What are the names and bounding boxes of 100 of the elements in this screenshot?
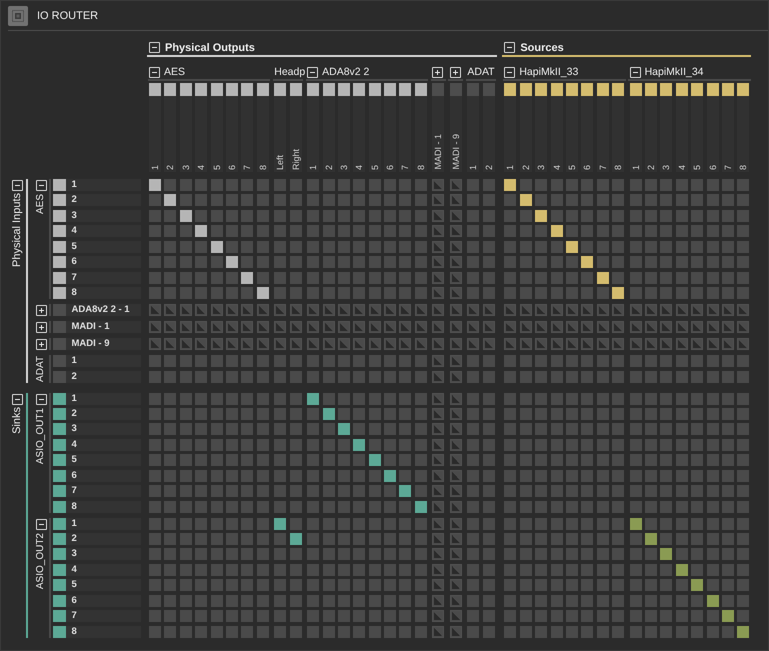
- channel-label: 4: [72, 225, 77, 238]
- channel-label: 2: [72, 408, 77, 420]
- channel-label: Left: [274, 154, 286, 170]
- channel-label: 1: [307, 164, 320, 170]
- collapse-button[interactable]: [149, 66, 160, 78]
- channel-label: 2: [72, 533, 77, 545]
- channel-label: 7: [72, 272, 77, 284]
- channel-label: Right: [290, 148, 302, 170]
- channel-label: 5: [691, 164, 704, 170]
- minus-icon: [14, 398, 20, 400]
- channel-label: 6: [72, 470, 77, 482]
- channel-label: 2: [164, 164, 176, 170]
- channel-label: 4: [353, 164, 366, 170]
- collapse-button[interactable]: [36, 394, 46, 404]
- channel-label: 4: [676, 164, 688, 170]
- group-title: ADAT: [467, 66, 495, 78]
- channel-label: 6: [72, 594, 77, 607]
- channel-label: 2: [322, 164, 335, 170]
- collapse-button[interactable]: [12, 180, 22, 191]
- channel-label: 4: [72, 438, 77, 451]
- group-label: MADI - 1: [72, 321, 110, 334]
- channel-label: 6: [226, 164, 238, 170]
- group-title: ASIO_OUT1: [35, 408, 47, 464]
- section-title: Physical Outputs: [165, 42, 255, 54]
- expand-button[interactable]: [432, 66, 444, 78]
- section-title: Sources: [520, 42, 564, 54]
- channel-label: 7: [72, 610, 77, 622]
- group-title: ASIO_OUT2: [35, 532, 47, 589]
- channel-label: 3: [338, 164, 350, 170]
- collapse-button[interactable]: [307, 66, 318, 78]
- expand-button[interactable]: [36, 322, 46, 334]
- channel-label: 4: [550, 164, 563, 170]
- window-title: IO ROUTER: [37, 10, 98, 22]
- channel-label: 6: [72, 256, 77, 268]
- collapse-button[interactable]: [36, 180, 46, 191]
- group-title: Headp: [274, 66, 306, 78]
- channel-label: 5: [72, 454, 77, 466]
- channel-label: 3: [180, 164, 192, 170]
- channel-label: 7: [722, 164, 734, 170]
- channel-label: 2: [482, 164, 495, 170]
- group-label: MADI - 9: [450, 134, 462, 170]
- group-label: ADA8v2 2 - 1: [72, 304, 130, 316]
- channel-label: 7: [399, 164, 412, 170]
- plus-icon: [452, 70, 458, 74]
- plus-icon: [38, 325, 44, 330]
- expand-button[interactable]: [450, 66, 461, 78]
- channel-label: 3: [72, 548, 77, 560]
- channel-label: 1: [72, 355, 77, 368]
- section-title: Physical Inputs: [10, 193, 24, 267]
- channel-label: 4: [72, 564, 77, 576]
- channel-label: 1: [467, 164, 480, 170]
- group-title: AES: [164, 66, 186, 78]
- plus-icon: [38, 308, 44, 314]
- expand-button[interactable]: [36, 305, 46, 316]
- collapse-button[interactable]: [36, 518, 46, 530]
- channel-label: 1: [72, 392, 77, 404]
- group-title: ADAT: [35, 356, 47, 382]
- chip-icon: [8, 6, 28, 26]
- collapse-button[interactable]: [504, 42, 516, 53]
- group-title: HapiMkII_33: [519, 66, 578, 78]
- channel-label: 5: [368, 164, 381, 170]
- channel-label: 2: [644, 164, 657, 170]
- channel-label: 5: [566, 164, 578, 170]
- channel-label: 1: [630, 164, 642, 170]
- channel-label: 1: [504, 164, 516, 170]
- channel-label: 8: [72, 287, 77, 300]
- channel-label: 7: [596, 164, 609, 170]
- section-title: Sinks: [10, 406, 24, 434]
- plus-icon: [38, 342, 44, 348]
- channel-label: 6: [581, 164, 594, 170]
- channel-label: 3: [660, 164, 672, 170]
- channel-label: 5: [72, 240, 77, 253]
- channel-label: 5: [210, 164, 223, 170]
- minus-icon: [38, 185, 44, 186]
- channel-label: 8: [256, 164, 269, 170]
- group-title: HapiMkII_34: [644, 66, 704, 78]
- channel-label: 1: [149, 164, 161, 170]
- channel-label: 3: [72, 423, 77, 436]
- channel-label: 6: [706, 164, 719, 170]
- expand-button[interactable]: [36, 339, 46, 350]
- group-title: ADA8v2 2: [322, 66, 370, 78]
- channel-label: 7: [72, 485, 77, 498]
- channel-label: 2: [520, 164, 532, 170]
- collapse-button[interactable]: [504, 66, 516, 78]
- group-label: MADI - 1: [432, 134, 444, 170]
- minus-icon: [14, 185, 20, 186]
- channel-label: 3: [535, 164, 548, 170]
- channel-label: 5: [72, 579, 77, 592]
- channel-label: 8: [612, 164, 624, 170]
- channel-label: 1: [72, 179, 77, 191]
- channel-label: 2: [72, 194, 77, 206]
- channel-label: 1: [72, 518, 77, 530]
- channel-label: 3: [72, 210, 77, 222]
- channel-label: 2: [72, 370, 77, 382]
- channel-label: 8: [414, 164, 427, 170]
- plus-icon: [435, 70, 440, 74]
- collapse-button[interactable]: [12, 394, 22, 404]
- minus-icon: [38, 398, 44, 400]
- collapse-button[interactable]: [630, 66, 641, 78]
- collapse-button[interactable]: [149, 42, 160, 53]
